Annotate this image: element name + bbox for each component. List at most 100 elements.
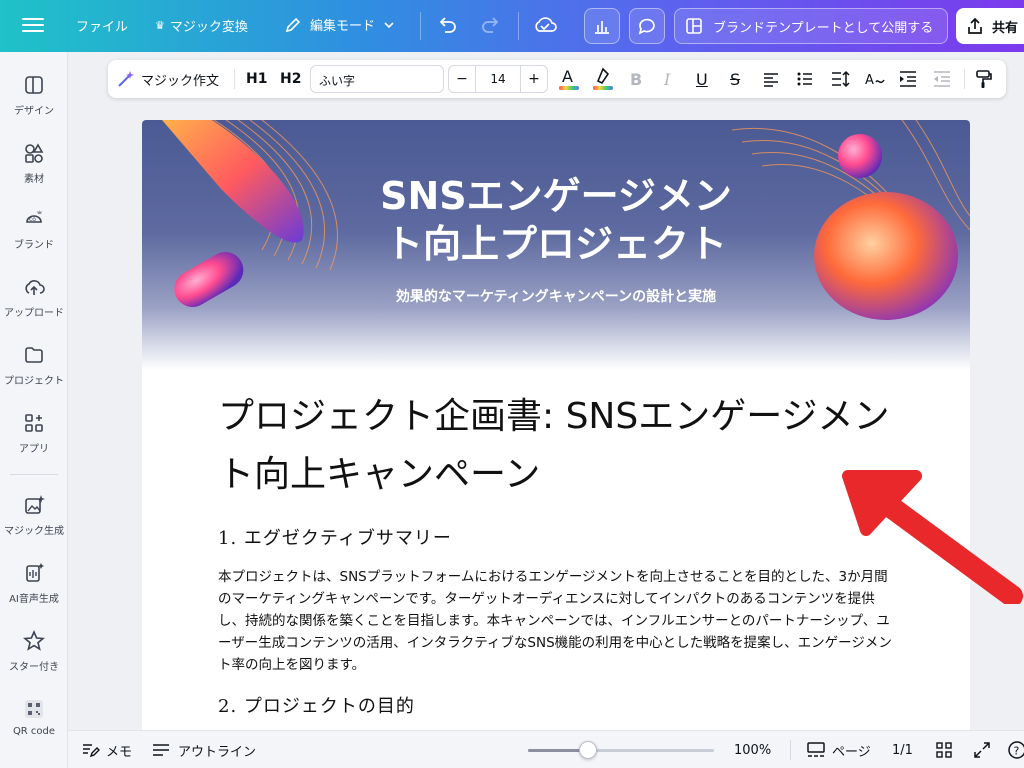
- indent-button[interactable]: [898, 60, 918, 98]
- section-heading[interactable]: 2. プロジェクトの目的: [218, 692, 415, 718]
- sidebar-item-label: デザイン: [14, 106, 54, 117]
- banner-title-line: ト向上プロジェクト: [384, 222, 727, 266]
- sidebar-item-qr-code[interactable]: QR code: [0, 698, 68, 737]
- menu-icon[interactable]: [22, 14, 44, 36]
- undo-icon[interactable]: [436, 14, 458, 36]
- text-format-toolbar: マジック作文 H1 H2 ふい字 − 14 + A B I U S A: [108, 60, 1006, 98]
- divider: [234, 69, 235, 89]
- outdent-button[interactable]: [932, 60, 952, 98]
- document-title[interactable]: プロジェクト企画書: SNSエンゲージメント向上キャンペーン: [218, 388, 898, 504]
- sidebar-item-upload[interactable]: アップロード: [0, 276, 68, 319]
- font-family-select[interactable]: ふい字: [310, 65, 444, 93]
- share-icon: [968, 17, 982, 34]
- divider: [790, 740, 791, 760]
- bold-icon[interactable]: B: [630, 60, 642, 98]
- bullet-list-button[interactable]: [796, 60, 814, 98]
- section-heading[interactable]: 1. エグゼクティブサマリー: [218, 524, 452, 550]
- line-spacing-icon: [832, 70, 850, 88]
- strikethrough-icon[interactable]: S: [730, 60, 740, 98]
- bullet-list-icon: [797, 72, 812, 86]
- sidebar-item-apps[interactable]: アプリ: [0, 412, 68, 455]
- share-button[interactable]: 共有: [956, 8, 1024, 44]
- banner-title[interactable]: SNSエンゲージメン ト向上プロジェクト: [142, 172, 970, 268]
- paint-roller-icon: [976, 70, 992, 88]
- sidebar-item-label: AI音声生成: [9, 594, 59, 605]
- svg-text:?: ?: [1014, 745, 1020, 758]
- star-icon: [23, 630, 45, 651]
- edit-mode-label: 編集モード: [310, 19, 376, 34]
- publish-brand-template-button[interactable]: ブランドテンプレートとして公開する: [674, 8, 948, 44]
- pages-button[interactable]: ページ: [806, 731, 871, 768]
- left-sidebar: デザイン 素材 co ブランド アップロード プロジェクト アプリ マジック生成…: [0, 52, 68, 768]
- banner-subtitle[interactable]: 効果的なマーケティングキャンペーンの設計と実施: [142, 286, 970, 306]
- template-icon: [686, 18, 702, 34]
- document-page[interactable]: SNSエンゲージメン ト向上プロジェクト 効果的なマーケティングキャンペーンの設…: [142, 120, 970, 730]
- line-spacing-button[interactable]: [830, 60, 850, 98]
- outline-icon: [153, 744, 169, 756]
- sidebar-item-label: プロジェクト: [4, 376, 64, 387]
- indent-icon: [900, 71, 916, 87]
- help-button[interactable]: ?: [1008, 731, 1024, 768]
- sidebar-item-label: アプリ: [19, 444, 49, 455]
- qr-code-icon: [25, 700, 43, 718]
- fullscreen-button[interactable]: [974, 731, 990, 768]
- bar-chart-icon: [595, 21, 609, 34]
- notes-button[interactable]: メモ: [82, 731, 132, 768]
- sidebar-item-starred[interactable]: スター付き: [0, 630, 68, 673]
- grid-view-button[interactable]: [936, 731, 952, 768]
- align-left-icon: [764, 73, 778, 87]
- outdent-icon: [934, 71, 950, 87]
- expand-icon: [974, 742, 990, 758]
- sidebar-item-elements[interactable]: 素材: [0, 142, 68, 185]
- zoom-slider-handle[interactable]: [579, 741, 597, 759]
- divider: [964, 69, 965, 89]
- font-size-input[interactable]: 14: [475, 66, 521, 92]
- italic-icon[interactable]: I: [664, 60, 670, 98]
- cloud-saved-icon[interactable]: [532, 13, 558, 37]
- apps-icon: [25, 414, 43, 432]
- outline-button[interactable]: アウトライン: [152, 731, 256, 768]
- heading2-button[interactable]: H2: [280, 60, 301, 98]
- comment-button[interactable]: [629, 8, 665, 44]
- brand-icon: co: [26, 210, 42, 223]
- grid-view-icon: [936, 742, 952, 758]
- magic-switch-label: マジック変換: [169, 20, 248, 35]
- sidebar-item-brand[interactable]: co ブランド: [0, 208, 68, 251]
- zoom-slider[interactable]: [528, 741, 714, 759]
- help-icon: ?: [1008, 741, 1024, 759]
- magic-switch-button[interactable]: ♛ マジック変換: [155, 16, 248, 35]
- font-size-stepper[interactable]: − 14 +: [448, 65, 548, 93]
- sidebar-item-label: マジック生成: [4, 526, 64, 537]
- outline-label: アウトライン: [178, 744, 257, 760]
- magic-wand-icon: [118, 71, 134, 87]
- redo-icon[interactable]: [480, 14, 502, 36]
- text-color-icon: A: [559, 67, 579, 90]
- highlight-color-button[interactable]: [592, 60, 614, 98]
- sidebar-item-projects[interactable]: プロジェクト: [0, 344, 68, 387]
- text-color-button[interactable]: A: [558, 60, 580, 98]
- align-left-button[interactable]: [762, 60, 780, 98]
- magic-write-button[interactable]: マジック作文: [116, 60, 219, 98]
- edit-mode-dropdown[interactable]: 編集モード: [284, 15, 395, 34]
- sidebar-item-label: アップロード: [4, 308, 64, 319]
- sidebar-item-label: スター付き: [9, 662, 59, 673]
- zoom-level[interactable]: 100%: [734, 731, 771, 768]
- underline-icon[interactable]: U: [696, 60, 708, 98]
- sidebar-item-label: QR code: [12, 726, 56, 737]
- insights-button[interactable]: [584, 8, 620, 44]
- increase-font-size-button[interactable]: +: [521, 71, 547, 87]
- sidebar-item-ai-voice[interactable]: AI音声生成: [0, 562, 68, 605]
- copy-style-button[interactable]: [974, 60, 994, 98]
- ai-voice-icon: [26, 563, 44, 582]
- sidebar-item-magic-media[interactable]: マジック生成: [0, 494, 68, 537]
- text-effects-button[interactable]: A: [864, 60, 886, 98]
- file-menu-button[interactable]: ファイル: [76, 16, 128, 35]
- sidebar-item-design[interactable]: デザイン: [0, 74, 68, 117]
- decrease-font-size-button[interactable]: −: [449, 71, 475, 87]
- banner-title-line: SNSエンゲージメン: [380, 174, 732, 218]
- heading1-button[interactable]: H1: [246, 60, 267, 98]
- svg-text:A: A: [562, 67, 573, 86]
- page-count[interactable]: 1/1: [892, 731, 913, 768]
- section-body[interactable]: 本プロジェクトは、SNSプラットフォームにおけるエンゲージメントを向上させること…: [218, 566, 898, 676]
- svg-text:co: co: [29, 216, 36, 223]
